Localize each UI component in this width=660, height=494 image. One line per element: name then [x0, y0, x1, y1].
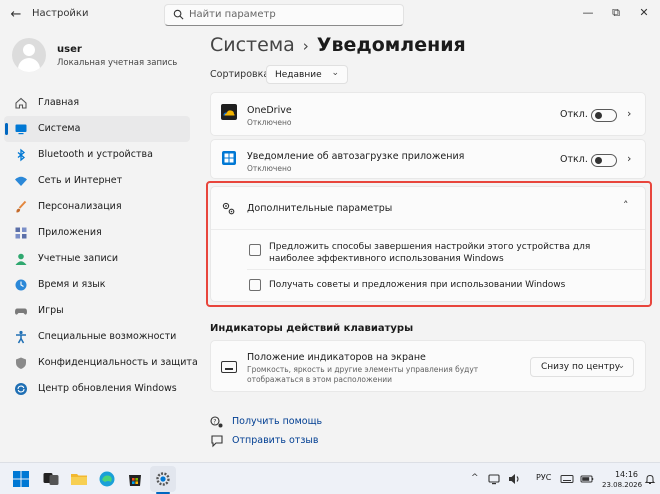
chevron-down-icon: ⌄ — [617, 361, 625, 371]
app-status: Отключено — [247, 118, 292, 127]
onedrive-toggle[interactable] — [591, 109, 617, 122]
task-view-icon[interactable] — [42, 470, 60, 488]
highlight-box — [206, 181, 652, 307]
file-explorer-icon[interactable] — [70, 470, 88, 488]
keyboard-indicator-icon — [221, 361, 237, 373]
sidebar-item-gaming[interactable]: Игры — [4, 298, 190, 324]
sidebar-item-windows-update[interactable]: Центр обновления Windows — [4, 376, 190, 402]
network-tray-icon[interactable] — [487, 472, 501, 486]
app-name: Уведомление об автозагрузке приложения — [247, 151, 465, 162]
sidebar-nav: Главная Система Bluetooth и устройства С… — [4, 90, 198, 402]
settings-gear-icon[interactable] — [154, 470, 172, 488]
get-help-link[interactable]: Получить помощь — [232, 416, 322, 427]
taskbar: ^ РУС 14:16 23.08.2026 — [0, 462, 660, 494]
time-language-icon — [15, 279, 27, 291]
sort-value: Недавние — [275, 70, 322, 80]
maximize-button[interactable]: ⧉ — [606, 5, 626, 21]
toggle-label: Откл. — [560, 109, 588, 120]
sort-dropdown[interactable]: Недавние ⌄ — [266, 65, 348, 84]
toggle-label: Откл. — [560, 154, 588, 165]
search-icon — [173, 9, 184, 20]
search-placeholder: Найти параметр — [189, 9, 276, 20]
language-indicator[interactable]: РУС — [536, 473, 551, 482]
search-box[interactable]: Найти параметр — [164, 4, 404, 26]
setting-title: Положение индикаторов на экране — [247, 352, 426, 363]
privacy-shield-icon — [16, 357, 26, 369]
windows-start-icon[interactable] — [12, 470, 30, 488]
volume-icon[interactable] — [507, 472, 521, 486]
network-icon — [15, 176, 27, 186]
minimize-button[interactable]: — — [578, 5, 598, 21]
chevron-right-icon[interactable]: › — [627, 152, 631, 165]
brush-icon — [16, 200, 27, 213]
breadcrumb: Система › Уведомления — [210, 34, 466, 56]
indicator-position-dropdown[interactable]: Снизу по центру ⌄ — [530, 357, 634, 377]
notification-bell-icon[interactable] — [644, 473, 656, 485]
setting-description: Громкость, яркость и другие элементы упр… — [247, 365, 479, 384]
sidebar-item-personalization[interactable]: Персонализация — [4, 194, 190, 220]
chevron-down-icon: ⌄ — [331, 68, 339, 78]
sort-label: Сортировка: — [210, 69, 273, 80]
onedrive-icon — [221, 104, 237, 120]
app-status: Отключено — [247, 164, 292, 173]
clock-time: 14:16 — [614, 470, 638, 479]
sidebar-item-system[interactable]: Система — [4, 116, 190, 142]
send-feedback-link[interactable]: Отправить отзыв — [232, 435, 319, 446]
app-row-onedrive[interactable]: OneDrive Отключено Откл. › — [210, 92, 646, 136]
startup-app-icon — [222, 151, 236, 165]
sidebar-item-home[interactable]: Главная — [4, 90, 190, 116]
chevron-right-icon[interactable]: › — [627, 107, 631, 120]
sidebar-item-network[interactable]: Сеть и Интернет — [4, 168, 190, 194]
breadcrumb-parent[interactable]: Система — [210, 34, 295, 56]
sidebar-item-accessibility[interactable]: Специальные возможности — [4, 324, 190, 350]
keyboard-layout-icon[interactable] — [560, 472, 574, 486]
startup-notification-toggle[interactable] — [591, 154, 617, 167]
close-button[interactable]: ✕ — [634, 5, 654, 21]
sidebar-item-time-language[interactable]: Время и язык — [4, 272, 190, 298]
window-title: Настройки — [32, 8, 89, 19]
app-row-startup-notification[interactable]: Уведомление об автозагрузке приложения О… — [210, 139, 646, 179]
user-name: user — [57, 44, 82, 55]
home-icon — [15, 97, 27, 109]
battery-icon[interactable] — [580, 472, 594, 486]
bluetooth-icon — [17, 148, 26, 162]
store-icon[interactable] — [126, 470, 144, 488]
app-name: OneDrive — [247, 105, 292, 116]
back-arrow-icon[interactable]: ← — [8, 7, 24, 23]
page-title: Уведомления — [316, 34, 466, 56]
sidebar-item-apps[interactable]: Приложения — [4, 220, 190, 246]
sidebar-item-accounts[interactable]: Учетные записи — [4, 246, 190, 272]
title-bar: ← Настройки Найти параметр — ⧉ ✕ — [0, 0, 660, 30]
sidebar-item-privacy[interactable]: Конфиденциальность и защита — [4, 350, 198, 376]
tray-overflow-icon[interactable]: ^ — [471, 473, 479, 483]
avatar — [12, 38, 46, 72]
keyboard-section-title: Индикаторы действий клавиатуры — [210, 323, 414, 334]
settings-window: ← Настройки Найти параметр — ⧉ ✕ user Ло… — [0, 0, 660, 462]
svg-text:?: ? — [213, 419, 216, 426]
edge-browser-icon[interactable] — [98, 470, 116, 488]
system-icon — [15, 124, 27, 135]
clock[interactable]: 14:16 23.08.2026 — [602, 469, 643, 491]
apps-icon — [15, 227, 27, 239]
breadcrumb-separator: › — [302, 37, 309, 55]
user-account-type: Локальная учетная запись — [57, 58, 178, 68]
dropdown-value: Снизу по центру — [541, 362, 621, 372]
gaming-icon — [15, 308, 27, 315]
windows-update-icon — [15, 383, 27, 395]
feedback-icon — [211, 435, 223, 448]
clock-date: 23.08.2026 — [602, 481, 643, 489]
help-icon: ? — [210, 416, 223, 428]
accessibility-icon — [16, 330, 26, 344]
accounts-icon — [15, 253, 27, 265]
sidebar-item-bluetooth[interactable]: Bluetooth и устройства — [4, 142, 190, 168]
